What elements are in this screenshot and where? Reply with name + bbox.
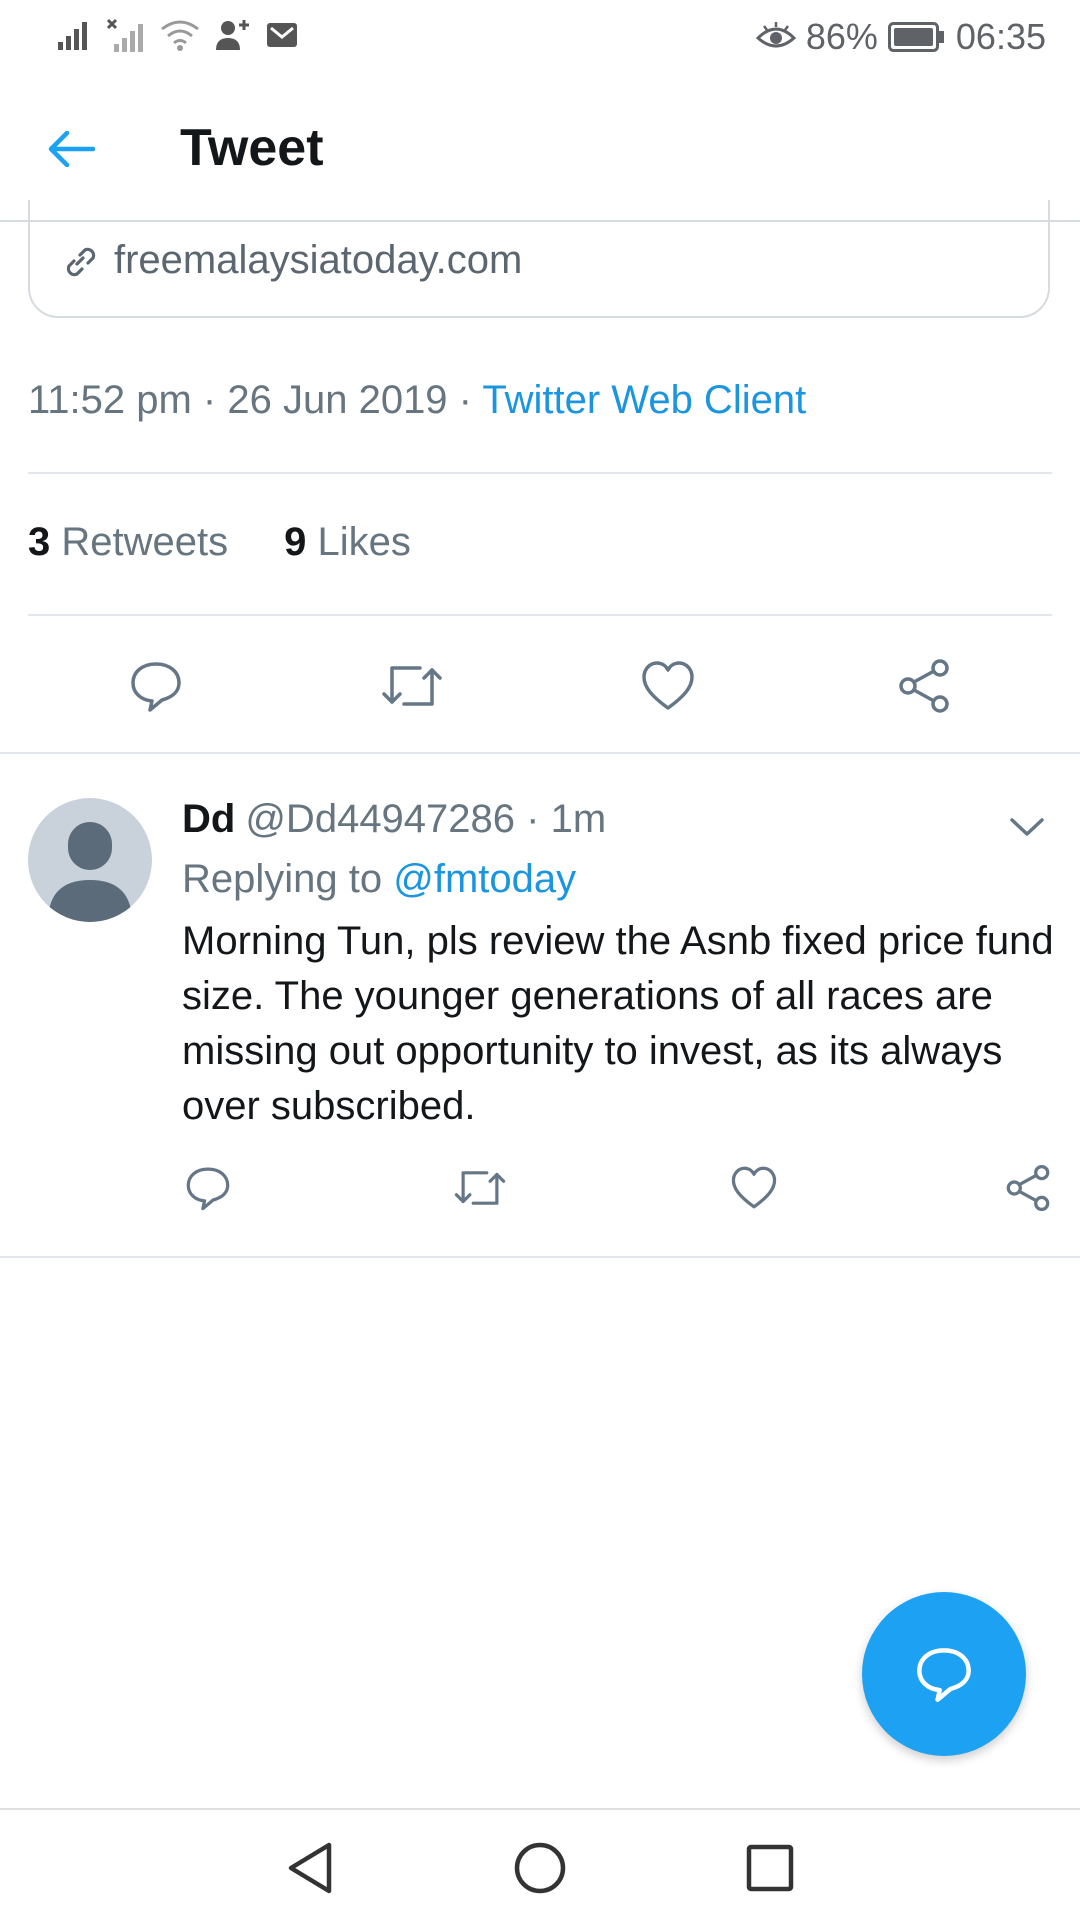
share-button[interactable] — [890, 652, 958, 720]
replying-to: Replying to @fmtoday — [182, 848, 1052, 910]
retweet-button[interactable] — [378, 652, 446, 720]
replying-prefix: Replying to — [182, 857, 383, 901]
retweets-stat[interactable]: 3 Retweets — [28, 520, 228, 565]
share-icon — [1006, 1164, 1050, 1212]
reply-share-button[interactable] — [1000, 1160, 1056, 1216]
default-avatar-icon — [48, 822, 132, 922]
status-icons-right: 86% 06:35 — [755, 16, 1046, 58]
link-card[interactable]: freemalaysiatoday.com — [28, 200, 1050, 318]
eye-comfort-icon — [755, 22, 796, 48]
nav-home-button[interactable] — [510, 1838, 570, 1898]
retweet-icon — [382, 666, 442, 706]
section-divider — [0, 752, 1080, 754]
nav-back-icon — [288, 1842, 332, 1894]
tweet-options-button[interactable] — [1002, 802, 1052, 852]
back-button[interactable] — [38, 116, 104, 182]
like-icon — [731, 1166, 777, 1209]
reply-reply-button[interactable] — [180, 1160, 236, 1216]
tweet-date: 26 Jun 2019 — [227, 378, 448, 422]
back-arrow-icon — [48, 131, 95, 167]
clock: 06:35 — [955, 16, 1046, 57]
reply-like-button[interactable] — [726, 1160, 782, 1216]
link-domain: freemalaysiatoday.com — [114, 238, 523, 282]
tweet-time: 11:52 pm — [28, 378, 192, 422]
battery-percent: 86% — [805, 16, 878, 57]
reply-button[interactable] — [122, 652, 190, 720]
mail-icon — [267, 23, 297, 47]
reply-icon — [186, 1167, 230, 1211]
section-divider — [0, 1256, 1080, 1258]
avatar[interactable] — [28, 798, 152, 922]
likes-label: Likes — [317, 520, 411, 564]
status-bar: 86% 06:35 — [0, 0, 1080, 76]
status-icons-left — [58, 18, 298, 52]
battery-icon — [887, 22, 944, 52]
reply-tweet[interactable]: Dd @Dd44947286 · 1m Replying to @fmtoday … — [182, 790, 1054, 1134]
reply-header: Dd @Dd44947286 · 1m — [182, 790, 1052, 848]
like-button[interactable] — [634, 652, 702, 720]
compose-reply-fab[interactable] — [862, 1592, 1026, 1756]
system-nav-bar — [0, 1808, 1080, 1922]
chevron-down-icon — [1010, 818, 1044, 836]
signal-icon — [58, 22, 87, 50]
replying-mention[interactable]: @fmtoday — [393, 857, 576, 901]
reply-actions — [0, 1160, 1080, 1216]
divider — [28, 614, 1052, 616]
compose-reply-icon — [917, 1648, 971, 1702]
link-row: freemalaysiatoday.com — [60, 238, 522, 283]
retweet-icon — [454, 1171, 506, 1205]
nav-home-icon — [514, 1842, 566, 1894]
nav-recents-button[interactable] — [740, 1838, 800, 1898]
tweet-actions — [0, 652, 1080, 720]
nav-recents-icon — [746, 1844, 794, 1892]
share-icon — [899, 659, 949, 713]
add-user-icon — [216, 20, 249, 50]
link-icon — [66, 247, 96, 276]
meta-separator: · — [447, 378, 483, 422]
retweets-label: Retweets — [61, 520, 229, 564]
meta-separator: · — [191, 378, 228, 422]
page-title: Tweet — [180, 119, 324, 177]
reply-author-handle[interactable]: @Dd44947286 — [245, 797, 515, 841]
divider — [28, 472, 1052, 474]
like-icon — [642, 661, 694, 710]
signal-no-service-icon — [106, 18, 143, 52]
wifi-icon — [161, 20, 199, 51]
tweet-stats: 3 Retweets 9 Likes — [28, 520, 411, 565]
reply-author-name[interactable]: Dd — [182, 797, 235, 841]
tweet-client-link[interactable]: Twitter Web Client — [482, 378, 806, 422]
reply-text: Morning Tun, pls review the Asnb fixed p… — [182, 919, 1054, 1128]
reply-retweet-button[interactable] — [452, 1160, 508, 1216]
nav-back-button[interactable] — [280, 1838, 340, 1898]
likes-count: 9 — [284, 520, 307, 564]
likes-stat[interactable]: 9 Likes — [284, 520, 411, 565]
retweets-count: 3 — [28, 520, 51, 564]
tweet-meta: 11:52 pm · 26 Jun 2019 · Twitter Web Cli… — [28, 378, 806, 423]
reply-time: · 1m — [526, 797, 607, 841]
reply-icon — [131, 662, 181, 712]
